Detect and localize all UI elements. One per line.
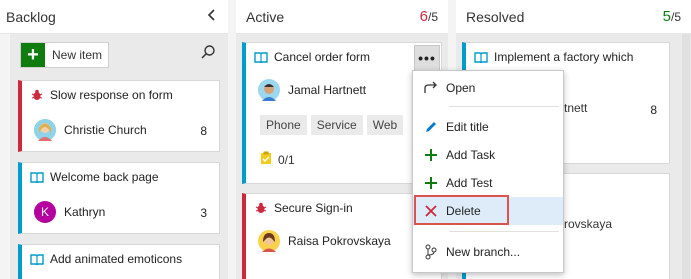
tag: Phone bbox=[260, 115, 307, 135]
menu-item-label: Open bbox=[446, 81, 476, 95]
menu-item-label: New branch... bbox=[446, 245, 521, 259]
book-icon bbox=[30, 170, 44, 184]
tag: Service bbox=[310, 115, 363, 135]
menu-item-add-test[interactable]: Add Test bbox=[413, 169, 563, 197]
assignee-name: tnett bbox=[564, 101, 588, 115]
wip-limit: /5 bbox=[670, 10, 681, 24]
menu-item-edit-title[interactable]: Edit title bbox=[413, 113, 563, 141]
column-title: Backlog bbox=[6, 8, 56, 25]
bug-icon bbox=[254, 201, 268, 215]
delete-highlight-box bbox=[414, 195, 509, 225]
work-item-card[interactable]: Add animated emoticons bbox=[18, 244, 220, 279]
avatar bbox=[34, 119, 56, 141]
card-title[interactable]: Implement a factory which bbox=[494, 50, 633, 64]
card-title[interactable]: Slow response on form bbox=[50, 88, 173, 102]
backlog-column-header: Backlog bbox=[0, 0, 228, 34]
menu-item-label: Add Test bbox=[446, 176, 493, 190]
more-actions-button[interactable]: ••• bbox=[414, 45, 440, 71]
plus-icon: + bbox=[21, 43, 45, 67]
backlog-column bbox=[10, 34, 228, 279]
menu-separator bbox=[449, 231, 559, 232]
wip-count: 5 bbox=[662, 8, 671, 25]
assignee-name: rovskaya bbox=[564, 217, 613, 231]
effort-value: 8 bbox=[650, 103, 657, 117]
menu-item-label: Add Task bbox=[446, 148, 496, 162]
column-title: Resolved bbox=[466, 8, 525, 25]
task-progress: 0/1 bbox=[278, 152, 295, 167]
assignee-name: Jamal Hartnett bbox=[288, 83, 367, 97]
branch-icon bbox=[416, 244, 446, 260]
book-icon bbox=[30, 252, 44, 266]
wip-limit: /5 bbox=[427, 10, 438, 24]
resolved-column-header: Resolved 5/5 bbox=[456, 0, 691, 34]
open-arrow-icon bbox=[416, 81, 446, 95]
task-clipboard-icon bbox=[260, 151, 272, 168]
menu-item-open[interactable]: Open bbox=[413, 74, 563, 102]
book-icon bbox=[474, 50, 488, 64]
new-item-label: New item bbox=[52, 48, 103, 62]
effort-value: 3 bbox=[200, 206, 207, 220]
card-title[interactable]: Welcome back page bbox=[50, 170, 159, 184]
tag-list: Phone Service Web bbox=[260, 115, 407, 135]
menu-item-label: Edit title bbox=[446, 120, 489, 134]
menu-separator bbox=[449, 106, 559, 107]
assignee-name: Raisa Pokrovskaya bbox=[288, 234, 391, 248]
work-item-card[interactable]: Slow response on form Christie Church 8 bbox=[18, 80, 220, 152]
assignee-name: Christie Church bbox=[64, 123, 147, 137]
avatar bbox=[258, 79, 280, 101]
ellipsis-icon: ••• bbox=[418, 50, 436, 66]
effort-value: 8 bbox=[200, 124, 207, 138]
card-title[interactable]: Cancel order form bbox=[274, 50, 370, 64]
card-title[interactable]: Add animated emoticons bbox=[50, 252, 182, 266]
pencil-icon bbox=[416, 120, 446, 134]
bug-icon bbox=[30, 88, 44, 102]
avatar: K bbox=[34, 201, 56, 223]
collapse-chevron-icon[interactable] bbox=[206, 8, 218, 25]
tag: Web bbox=[366, 115, 404, 135]
card-title[interactable]: Secure Sign-in bbox=[274, 201, 353, 215]
vertical-scrollbar[interactable] bbox=[682, 34, 690, 279]
plus-icon bbox=[416, 177, 446, 189]
menu-item-new-branch[interactable]: New branch... bbox=[413, 238, 563, 266]
book-icon bbox=[254, 50, 268, 64]
wip-count: 6 bbox=[419, 8, 428, 25]
search-icon[interactable] bbox=[200, 44, 216, 63]
column-title: Active bbox=[246, 8, 285, 25]
avatar bbox=[258, 230, 280, 252]
work-item-card[interactable]: Welcome back page K Kathryn 3 bbox=[18, 162, 220, 234]
menu-item-add-task[interactable]: Add Task bbox=[413, 141, 563, 169]
active-column-header: Active 6/5 bbox=[236, 0, 448, 34]
plus-icon bbox=[416, 149, 446, 161]
assignee-name: Kathryn bbox=[64, 205, 106, 219]
new-item-button[interactable]: + New item bbox=[20, 42, 110, 68]
context-menu: Open Edit title Add Task Add Test Delete… bbox=[412, 70, 564, 273]
